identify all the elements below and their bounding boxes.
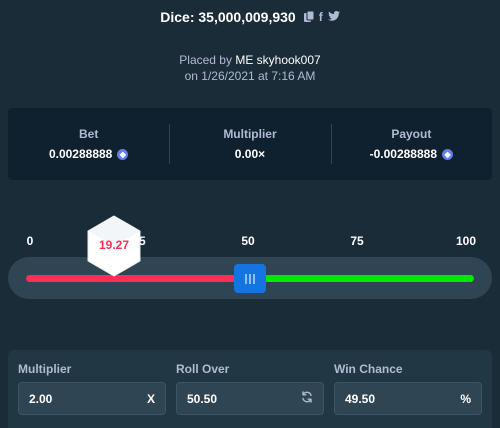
slider-handle[interactable] <box>234 264 267 293</box>
slider-ticks: 0 25 50 75 100 <box>0 234 500 250</box>
win-chance-input[interactable]: 49.50 % <box>334 382 482 415</box>
multiplier-input-value[interactable]: 2.00 <box>29 392 52 406</box>
grip-line <box>245 273 248 284</box>
refresh-icon[interactable] <box>301 390 313 408</box>
bet-summary: Bet 0.00288888 ◆ Multiplier 0.00× Payout… <box>8 108 492 180</box>
roll-over-input[interactable]: 50.50 <box>176 382 324 415</box>
roll-result-value: 19.27 <box>99 238 130 252</box>
roll-result-marker: 19.27 <box>86 214 142 278</box>
placed-date: on 1/26/2021 at 7:16 AM <box>184 69 316 83</box>
bet-value: 0.00288888 <box>48 147 113 161</box>
roll-over-value[interactable]: 50.50 <box>187 392 217 406</box>
bet-title: Dice: 35,000,009,930 <box>160 9 296 25</box>
multiplier-input[interactable]: 2.00 X <box>18 382 166 415</box>
bet-controls: Multiplier 2.00 X Roll Over 50.50 Win Ch… <box>8 350 492 428</box>
copy-icon[interactable] <box>303 10 315 24</box>
twitter-icon[interactable] <box>327 11 340 23</box>
tick-label: 0 <box>26 234 34 248</box>
roll-over-control: Roll Over 50.50 <box>176 362 324 428</box>
ethereum-coin-icon: ◆ <box>117 148 129 160</box>
multiplier-label: Multiplier <box>223 127 277 141</box>
payout-value: -0.00288888 <box>369 147 438 161</box>
facebook-icon[interactable]: f <box>319 11 323 23</box>
placed-by-user[interactable]: ME skyhook007 <box>235 53 320 67</box>
payout-column: Payout -0.00288888 ◆ <box>330 108 492 180</box>
multiplier-control: Multiplier 2.00 X <box>18 362 166 428</box>
tick-label: 100 <box>455 234 477 248</box>
win-chance-control: Win Chance 49.50 % <box>334 362 482 428</box>
grip-line <box>253 273 256 284</box>
payout-label: Payout <box>391 127 432 141</box>
placed-by-prefix: Placed by <box>179 53 232 67</box>
grip-line <box>249 273 252 284</box>
win-chance-suffix: % <box>460 391 471 406</box>
win-range <box>250 275 474 282</box>
bet-column: Bet 0.00288888 ◆ <box>8 108 169 180</box>
multiplier-suffix: X <box>146 391 155 406</box>
bet-label: Bet <box>78 127 99 141</box>
multiplier-value: 0.00× <box>234 147 266 161</box>
bet-value-row: 0.00288888 ◆ <box>48 147 129 161</box>
bet-header: Dice: 35,000,009,930 f <box>0 0 500 34</box>
payout-value-row: -0.00288888 ◆ <box>369 147 454 161</box>
multiplier-input-label: Multiplier <box>18 362 72 376</box>
tick-label: 75 <box>350 234 364 248</box>
win-chance-label: Win Chance <box>334 362 403 376</box>
roll-over-label: Roll Over <box>176 362 230 376</box>
win-chance-value[interactable]: 49.50 <box>345 392 375 406</box>
placed-by-info: Placed by ME skyhook007 on 1/26/2021 at … <box>0 52 500 84</box>
multiplier-column: Multiplier 0.00× <box>169 108 330 180</box>
ethereum-coin-icon: ◆ <box>442 148 454 160</box>
share-icons: f <box>303 10 340 24</box>
tick-label: 50 <box>241 234 255 248</box>
